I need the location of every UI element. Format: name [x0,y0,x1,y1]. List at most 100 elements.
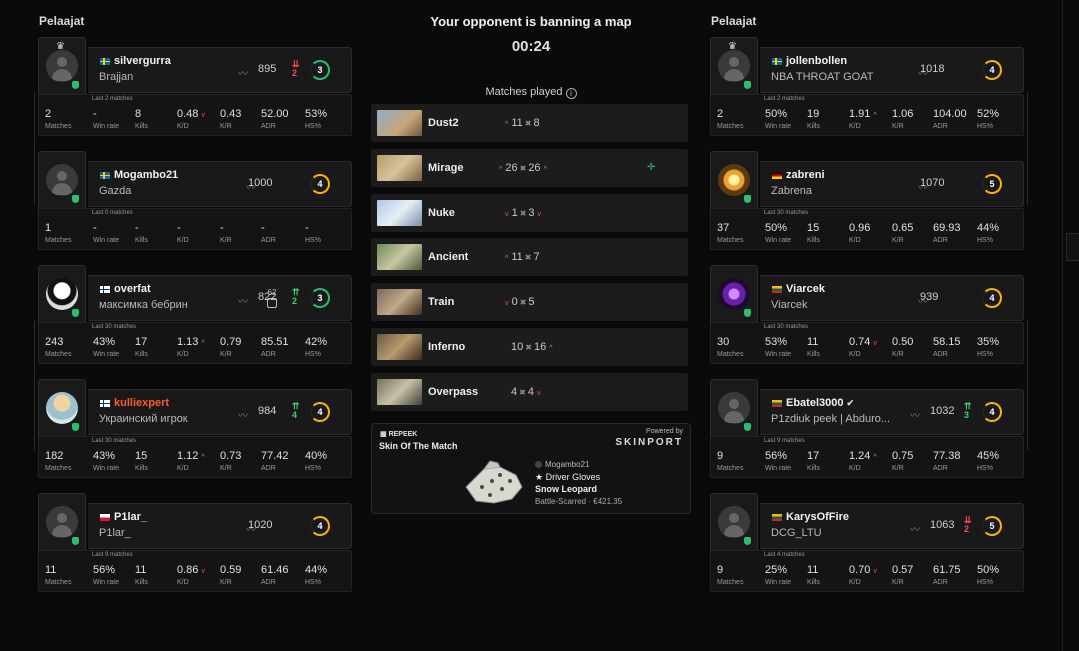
player-card[interactable]: P1lar_ P1lar_ 〰 1020 4 Last 9 matches 11… [38,493,352,607]
scrollbar-edge [1062,0,1063,651]
map-name: Nuke [428,206,455,219]
skill-level-icon: 4 [982,402,1002,422]
player-elo: 1063 [930,519,955,531]
stats-period: Last 2 matches [92,96,133,102]
player-header[interactable]: P1lar_ P1lar_ 〰 1020 4 [88,503,352,549]
stat-kd: 1.12 ^ [177,450,205,462]
player-card[interactable]: KarysOfFire DCG_LTU 〰 1063 ⇊ 2 5 Last 4 m… [710,493,1024,607]
player-card[interactable]: ♛ silvergurra Brajjan 〰 895 ⇊ 2 3 Last 2 … [38,37,352,151]
stat-adr: 77.42 [261,450,289,462]
player-header[interactable]: KarysOfFire DCG_LTU 〰 1063 ⇊ 2 5 [760,503,1024,549]
player-card[interactable]: Viarcek Viarcek 〰 939 4 Last 30 matches … [710,265,1024,379]
skill-level-icon: 5 [982,174,1002,194]
player-elo: 984 [258,405,277,417]
nickname-text: Mogambo21 [114,169,179,181]
player-card[interactable]: kulliexpert Украинский игрок 〰 984 ⇈ 4 4 … [38,379,352,493]
map-row-ancient[interactable]: Ancient ^ 11 ✖ 7 [371,238,688,277]
map-row-train[interactable]: Train v 0 ✖ 5 [371,283,688,322]
label-hs: HS% [977,237,993,244]
stat-hs: 40% [305,450,328,462]
owner-name: Mogambo21 [545,460,590,469]
elo-change-value: 3 [964,410,970,420]
player-header[interactable]: kulliexpert Украинский игрок 〰 984 ⇈ 4 4 [88,389,352,435]
anticheat-shield-icon [744,537,751,545]
country-flag-icon [100,58,110,65]
matches-played-label: Matches played [485,86,563,98]
powered-by: Powered by [646,428,683,435]
stat-adr: 77.38 [933,450,961,462]
map-row-inferno[interactable]: Inferno 10 ✖ 16 ^ [371,328,688,366]
anticheat-shield-icon [72,537,79,545]
stat-kr: 1.06 [892,108,914,120]
country-flag-icon [772,400,782,407]
label-kd: K/D [177,123,189,130]
anticheat-shield-icon [72,309,79,317]
nickname-text: Viarcek [786,283,825,295]
stat-kd-value: 1.13 [177,336,199,348]
player-header[interactable]: jollenbollen NBA THROAT GOAT 〰 1018 4 [760,47,1024,93]
stat-kd: 1.13 ^ [177,336,205,348]
player-stats: Last 0 matches 1 - - - - - - Matches Win… [38,208,352,250]
player-nickname[interactable]: jollenbollen [786,55,847,67]
label-kr: K/R [892,579,904,586]
map-name: Ancient [428,251,469,264]
map-record: 4 ✖ 4 v [511,385,541,398]
verified-icon: ✔ [846,398,855,408]
stat-hs: 35% [977,336,1000,348]
player-nickname[interactable]: zabreni [786,169,825,181]
player-nickname[interactable]: overfat [114,283,151,295]
stat-matches: 9 [717,450,724,462]
player-nickname[interactable]: kulliexpert [114,397,169,409]
map-record: 10 ✖ 16 ^ [511,341,553,353]
player-header[interactable]: Mogambo21 Gazda 〰 1000 4 [88,161,352,207]
info-icon[interactable]: i [565,88,577,99]
label-kills: Kills [807,351,820,358]
elo-change-indicator: ⇈ 2 [292,287,300,306]
player-card[interactable]: ♛ jollenbollen NBA THROAT GOAT 〰 1018 4 … [710,37,1024,151]
player-header[interactable]: silvergurra Brajjan 〰 895 ⇊ 2 3 [88,47,352,93]
player-card[interactable]: Mogambo21 Gazda 〰 1000 4 Last 0 matches … [38,151,352,265]
player-header[interactable]: Ebatel3000 ✔ P1zdiuk peek | Abduro... 〰 1… [760,389,1024,435]
player-nickname[interactable]: Mogambo21 [114,169,178,181]
player-elo: 1018 [920,63,945,75]
skin-of-the-match-card[interactable]: ▦ REPEEK Skin Of The Match Powered by SK… [371,423,691,514]
label-kd: K/D [177,465,189,472]
map-row-nuke[interactable]: Nuke v 1 ✖ 3 v [371,193,688,232]
player-nickname[interactable]: Ebatel3000 ✔ [786,397,854,409]
player-header[interactable]: Viarcek Viarcek 〰 939 4 [760,275,1024,321]
player-header[interactable]: overfat максимка бебрин 62 〰 822 ⇈ 2 3 [88,275,352,321]
stat-matches: 11 [45,564,57,576]
trend-icon: 〰 [910,411,920,422]
map-row-mirage[interactable]: Mirage ^ 26 ✖ 26 ^ ✛ [371,148,688,187]
map-row-dust2[interactable]: Dust2 ^ 11 ✖ 8 [371,104,688,142]
stat-kr: - [220,222,224,234]
map-row-overpass[interactable]: Overpass 4 ✖ 4 v [371,372,688,411]
skill-level-icon: 4 [982,60,1002,80]
stat-kr: 0.79 [220,336,242,348]
trend-icon: 〰 [238,69,248,80]
side-panel-tab[interactable] [1066,233,1079,261]
player-card[interactable]: Ebatel3000 ✔ P1zdiuk peek | Abduro... 〰 1… [710,379,1024,493]
player-nickname[interactable]: P1lar_ [114,511,147,523]
label-win-rate: Win rate [93,237,120,244]
map-record: ^ 11 ✖ 7 [505,251,540,264]
player-card[interactable]: overfat максимка бебрин 62 〰 822 ⇈ 2 3 La… [38,265,352,379]
player-header[interactable]: zabreni Zabrena 〰 1070 5 [760,161,1024,207]
avatar [718,164,750,196]
label-win-rate: Win rate [93,465,120,472]
player-real-name: Viarcek [771,299,808,311]
label-win-rate: Win rate [765,237,792,244]
player-card[interactable]: zabreni Zabrena 〰 1070 5 Last 30 matches… [710,151,1024,265]
label-kills: Kills [135,579,148,586]
avatar [46,392,78,424]
player-nickname[interactable]: Viarcek [786,283,825,295]
player-stats: Last 2 matches 2 50% 19 1.91 ^ 1.06 104.… [710,94,1024,136]
skinport-logo[interactable]: SKINPORT [615,437,683,448]
player-stats: Last 30 matches 243 43% 17 1.13 ^ 0.79 8… [38,322,352,364]
player-nickname[interactable]: KarysOfFire [786,511,849,523]
ban-status: Your opponent is banning a map [430,14,632,29]
player-nickname[interactable]: silvergurra [114,55,171,67]
stats-period: Last 9 matches [764,438,805,444]
nickname-text: silvergurra [114,55,171,67]
nickname-text: KarysOfFire [786,511,849,523]
